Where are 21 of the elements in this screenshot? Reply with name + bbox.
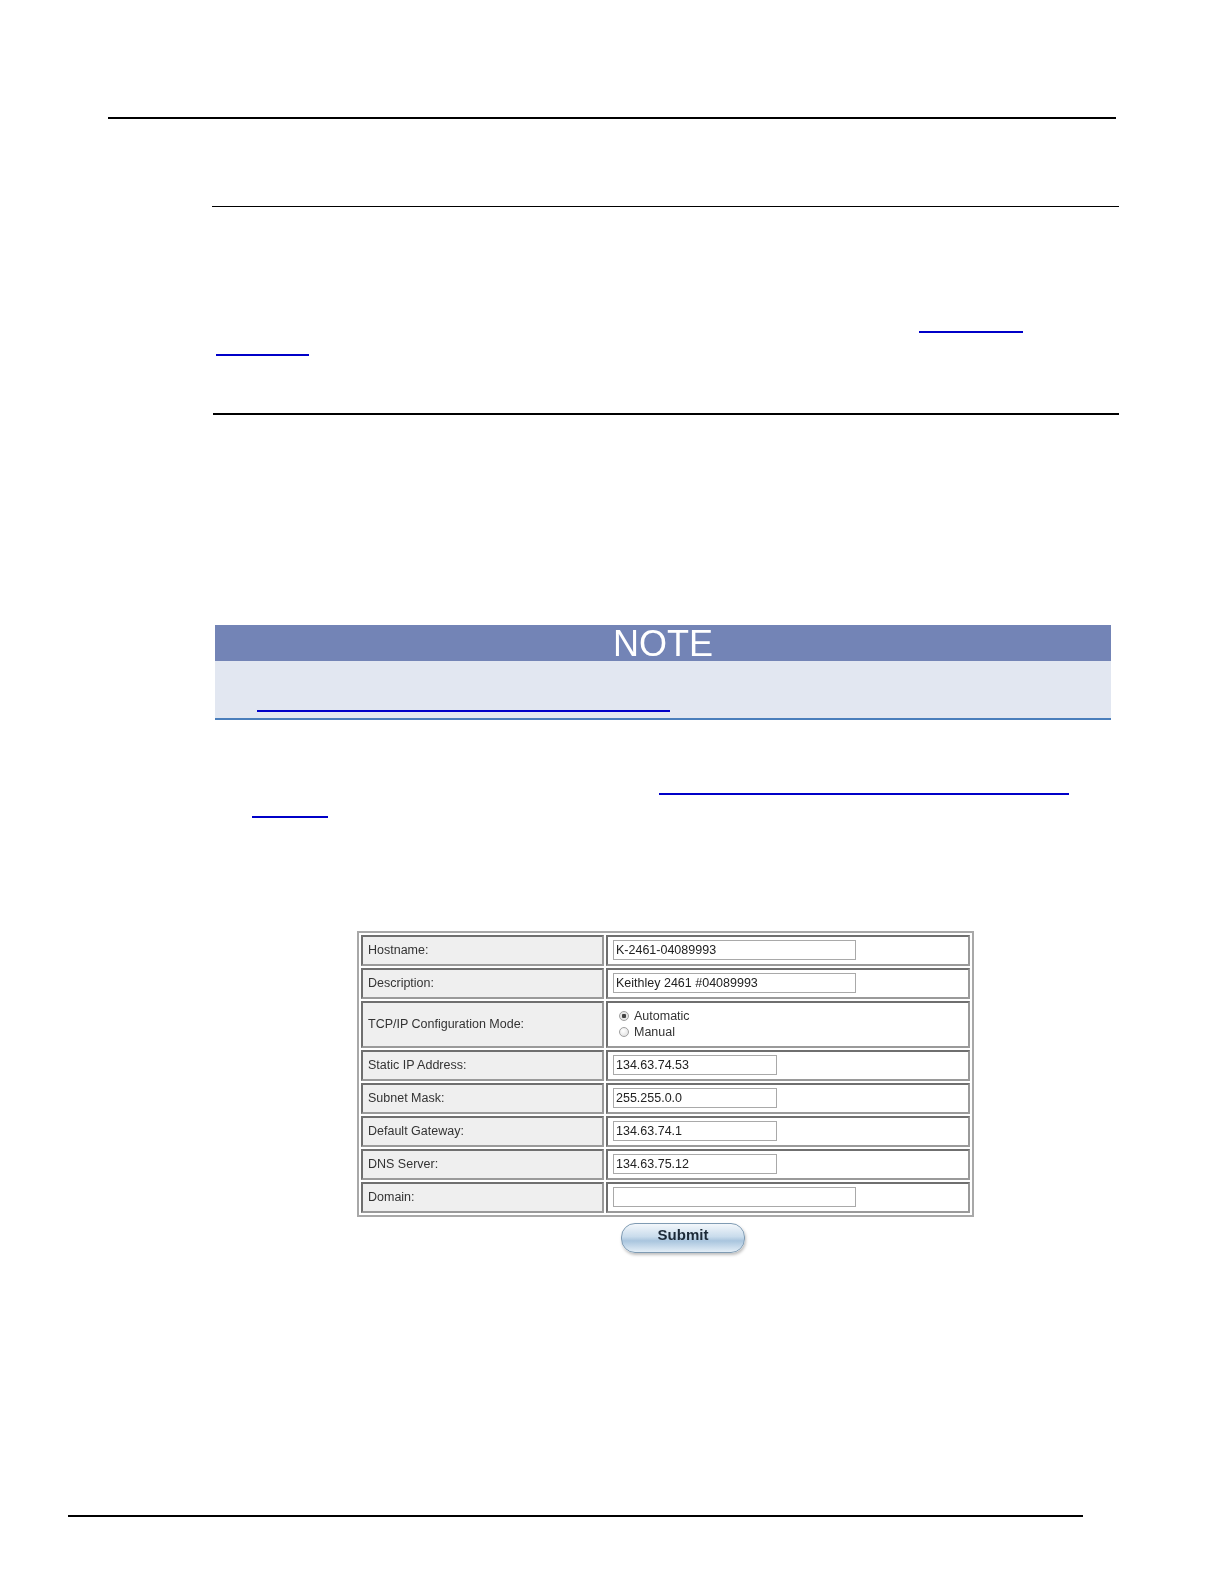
label-cell: Domain: (361, 1181, 604, 1213)
submit-button[interactable]: Submit (621, 1222, 745, 1253)
text-field[interactable]: Keithley 2461 #04089993 (613, 973, 856, 993)
address-field[interactable]: 134.63.75.12 (613, 1154, 777, 1174)
radio-label: Manual (634, 1025, 675, 1039)
label-cell: Description: (361, 967, 604, 999)
text-field[interactable]: K-2461-04089993 (613, 940, 856, 960)
radio-label: Automatic (634, 1009, 690, 1023)
address-field[interactable]: 134.63.74.1 (613, 1121, 777, 1141)
label-cell: DNS Server: (361, 1148, 604, 1180)
label-cell: TCP/IP Configuration Mode: (361, 1000, 604, 1048)
address-field[interactable]: 255.255.0.0 (613, 1088, 777, 1108)
note-banner: NOTE (215, 624, 1111, 661)
label-cell: Hostname: (361, 934, 604, 966)
radio-button[interactable] (619, 1027, 629, 1037)
address-field[interactable]: 134.63.74.53 (613, 1055, 777, 1075)
text-field[interactable] (613, 1187, 856, 1207)
label-cell: Default Gateway: (361, 1115, 604, 1147)
radio-button[interactable] (619, 1011, 629, 1021)
label-cell: Subnet Mask: (361, 1082, 604, 1114)
label-cell: Static IP Address: (361, 1049, 604, 1081)
